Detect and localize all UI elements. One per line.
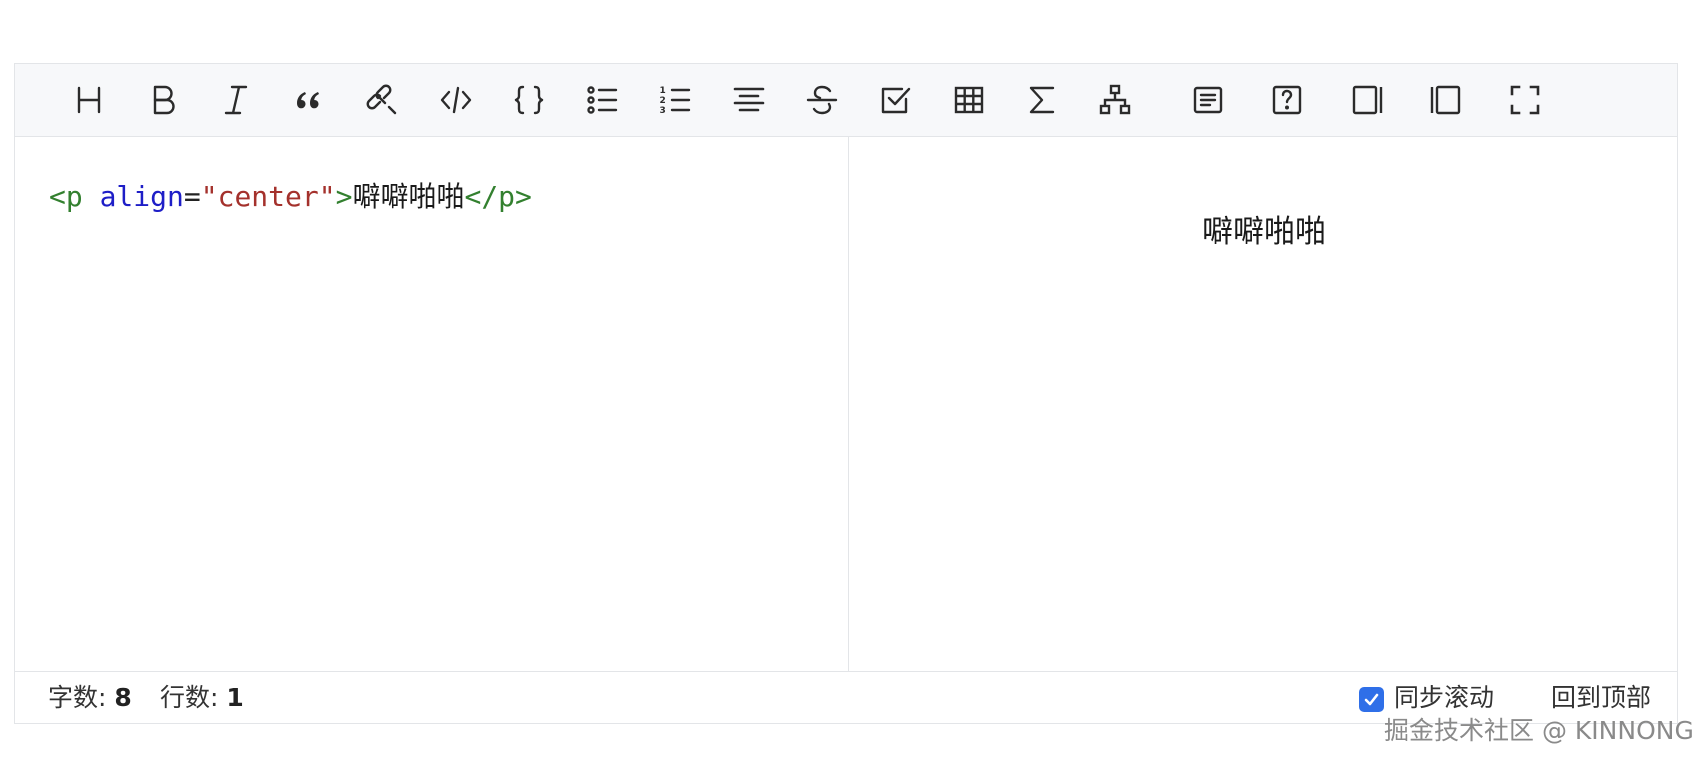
heading-icon: [77, 86, 101, 114]
inline-code-button[interactable]: [436, 80, 476, 120]
diagram-button[interactable]: [1095, 80, 1135, 120]
link-icon: [366, 84, 397, 115]
line-count-value: 1: [226, 683, 244, 712]
sitemap-icon: [1099, 84, 1131, 115]
table-icon: [954, 86, 984, 114]
checkmark-icon: [1364, 693, 1379, 706]
source-pane[interactable]: <p align="center">噼噼啪啪</p>: [15, 137, 849, 671]
table-button[interactable]: [949, 80, 989, 120]
char-count-label: 字数:: [48, 683, 107, 712]
italic-button[interactable]: [216, 80, 256, 120]
editor-panes: <p align="center">噼噼啪啪</p> 噼噼啪啪: [15, 137, 1677, 671]
code-icon: [440, 86, 472, 114]
checkbox-icon: [881, 87, 911, 114]
equals-token: =: [183, 180, 201, 213]
align-center-icon: [733, 87, 765, 112]
line-count: 行数: 1: [160, 682, 244, 714]
code-block-button[interactable]: [509, 80, 549, 120]
char-count-value: 8: [114, 683, 132, 712]
tag-bracket-token: >: [335, 180, 353, 213]
numbered-list-icon: 1 2 3: [660, 86, 691, 116]
quote-icon: [297, 92, 319, 109]
braces-icon: [514, 85, 544, 115]
fullscreen-button[interactable]: [1505, 80, 1545, 120]
ordered-list-button[interactable]: 1 2 3: [655, 80, 695, 120]
document-icon: [1193, 86, 1223, 114]
toc-button[interactable]: [1188, 80, 1228, 120]
text-token: 噼噼啪啪: [352, 180, 465, 213]
svg-text:1: 1: [660, 86, 666, 96]
tag-open-token: <p: [49, 180, 83, 213]
preview-pane: 噼噼啪啪: [849, 137, 1679, 671]
sync-scroll-checkbox[interactable]: [1359, 687, 1384, 712]
back-to-top-button[interactable]: 回到顶部: [1551, 682, 1651, 714]
preview-paragraph: 噼噼啪啪: [1202, 214, 1326, 250]
edit-only-button[interactable]: [1426, 80, 1466, 120]
line-count-label: 行数:: [160, 683, 219, 712]
page: 1 2 3 <p align="center">噼噼啪啪</p> 噼噼啪啪 字数…: [0, 0, 1694, 762]
svg-text:2: 2: [660, 96, 666, 106]
bold-icon: [153, 85, 175, 115]
markdown-editor: 1 2 3 <p align="center">噼噼啪啪</p> 噼噼啪啪 字数…: [14, 63, 1678, 724]
bullet-list-icon: [587, 86, 618, 114]
formula-button[interactable]: [1022, 80, 1062, 120]
code-line: <p align="center">噼噼啪啪</p>: [49, 177, 532, 217]
sidebar-left-icon: [1430, 85, 1461, 115]
italic-icon: [224, 85, 248, 115]
help-button[interactable]: [1267, 80, 1307, 120]
watermark: 掘金技术社区 @ KINNONG: [1384, 716, 1694, 745]
heading-button[interactable]: [69, 80, 109, 120]
sidebar-right-icon: [1352, 85, 1383, 115]
task-list-button[interactable]: [876, 80, 916, 120]
bold-button[interactable]: [143, 80, 183, 120]
toolbar: 1 2 3: [15, 64, 1677, 137]
char-count: 字数: 8: [48, 682, 132, 714]
sync-scroll-toggle[interactable]: 同步滚动: [1359, 682, 1494, 714]
strikethrough-icon: [806, 85, 838, 115]
link-button[interactable]: [362, 80, 402, 120]
quote-button[interactable]: [289, 80, 329, 120]
attribute-name-token: align: [99, 180, 184, 213]
sync-scroll-label[interactable]: 同步滚动: [1394, 682, 1494, 714]
tag-close-token: </p>: [464, 180, 532, 213]
help-icon: [1272, 85, 1302, 115]
align-center-button[interactable]: [729, 80, 769, 120]
unordered-list-button[interactable]: [582, 80, 622, 120]
svg-text:3: 3: [660, 106, 666, 116]
preview-only-button[interactable]: [1347, 80, 1387, 120]
attribute-value-token: "center": [200, 180, 336, 213]
strikethrough-button[interactable]: [802, 80, 842, 120]
fullscreen-icon: [1510, 85, 1540, 115]
sigma-icon: [1029, 86, 1055, 114]
